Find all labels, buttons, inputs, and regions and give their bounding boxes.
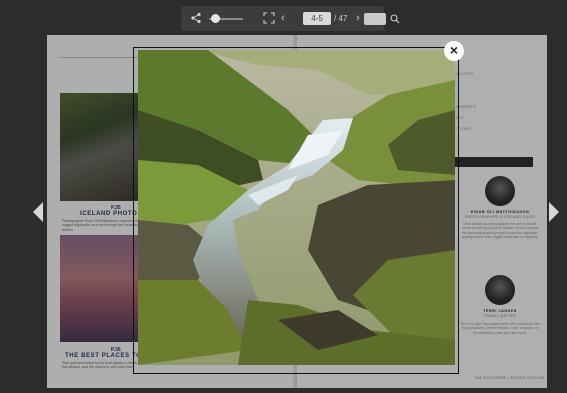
lightbox-image: [138, 50, 455, 365]
river-canyon-photo: [138, 50, 455, 365]
chevron-left-icon[interactable]: ‹: [281, 12, 293, 24]
share-icon[interactable]: [190, 12, 202, 24]
page-total-label: / 47: [334, 14, 348, 23]
close-button[interactable]: ×: [444, 41, 464, 61]
zoom-slider-knob[interactable]: [211, 14, 220, 23]
viewer-toolbar: ‹ 4-5 / 47 ›: [181, 6, 384, 31]
search-icon[interactable]: [390, 14, 400, 24]
viewer-stage: ‹ 4-5 / 47 › P.35 ICELAND PHOTO JOU Phot…: [0, 0, 567, 393]
previous-page-arrow-icon[interactable]: [33, 202, 43, 222]
page-indicator-input[interactable]: 4-5: [303, 12, 331, 25]
next-page-arrow-icon[interactable]: [549, 202, 559, 222]
search-input[interactable]: [364, 13, 386, 25]
fullscreen-icon[interactable]: [263, 12, 275, 24]
